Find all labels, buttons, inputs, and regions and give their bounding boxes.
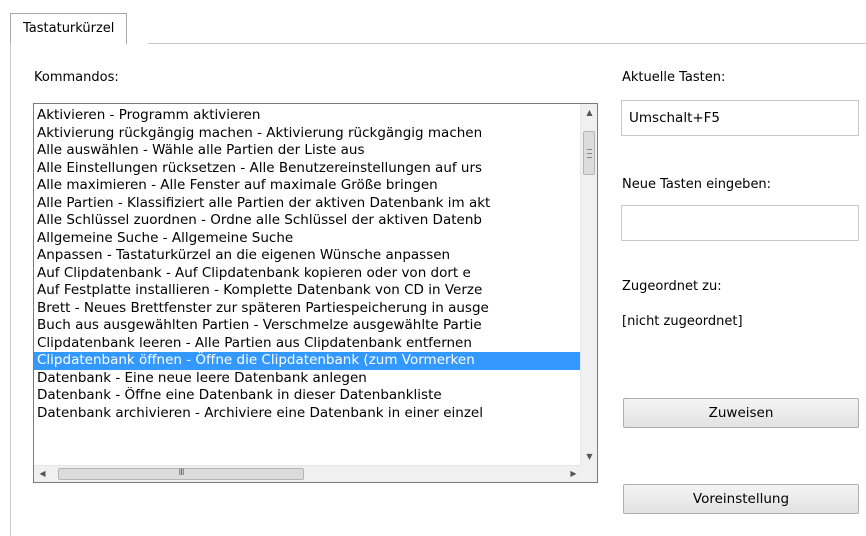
- current-keys-field[interactable]: Umschalt+F5: [621, 100, 859, 136]
- list-item[interactable]: Clipdatenbank öffnen - Öffne die Clipdat…: [34, 352, 582, 370]
- scroll-down-icon[interactable]: ▼: [581, 448, 597, 465]
- commands-label: Kommandos:: [34, 70, 119, 85]
- list-item[interactable]: Datenbank - Öffne eine Datenbank in dies…: [34, 387, 582, 405]
- scroll-left-icon[interactable]: ◀: [34, 466, 51, 482]
- vertical-scrollbar[interactable]: ▲ ▼: [580, 104, 597, 465]
- current-keys-label: Aktuelle Tasten:: [622, 70, 726, 85]
- commands-list[interactable]: Aktivieren - Programm aktivieren Aktivier…: [34, 107, 582, 422]
- list-item[interactable]: Anpassen - Tastaturkürzel an die eigenen…: [34, 247, 582, 265]
- list-item[interactable]: Aktivieren - Programm aktivieren: [34, 107, 582, 125]
- list-item[interactable]: Auf Festplatte installieren - Komplette …: [34, 282, 582, 300]
- list-item[interactable]: Brett - Neues Brettfenster zur späteren …: [34, 300, 582, 318]
- list-item[interactable]: Auf Clipdatenbank - Auf Clipdatenbank ko…: [34, 265, 582, 283]
- list-item[interactable]: Alle maximieren - Alle Fenster auf maxim…: [34, 177, 582, 195]
- scroll-corner: [580, 465, 597, 482]
- new-keys-label: Neue Tasten eingeben:: [622, 177, 772, 192]
- tab-strip: Tastaturkürzel: [0, 0, 866, 46]
- list-item[interactable]: Buch aus ausgewählten Partien - Verschme…: [34, 317, 582, 335]
- pane-border-left: [10, 43, 11, 536]
- pane-border-top: [148, 43, 866, 44]
- list-item[interactable]: Alle Einstellungen rücksetzen - Alle Ben…: [34, 160, 582, 178]
- list-item[interactable]: Allgemeine Suche - Allgemeine Suche: [34, 230, 582, 248]
- scroll-up-icon[interactable]: ▲: [581, 104, 597, 121]
- list-item[interactable]: Alle auswählen - Wähle alle Partien der …: [34, 142, 582, 160]
- list-item[interactable]: Clipdatenbank leeren - Alle Partien aus …: [34, 335, 582, 353]
- list-item[interactable]: Aktivierung rückgängig machen - Aktivier…: [34, 125, 582, 143]
- list-item[interactable]: Alle Partien - Klassifiziert alle Partie…: [34, 195, 582, 213]
- assigned-to-value: [nicht zugeordnet]: [622, 314, 743, 329]
- default-button[interactable]: Voreinstellung: [623, 484, 859, 514]
- tab-tastaturkuerzel[interactable]: Tastaturkürzel: [10, 13, 128, 44]
- horizontal-scrollbar[interactable]: ◀ III ▶: [34, 465, 582, 482]
- horizontal-scroll-thumb[interactable]: III: [58, 468, 304, 480]
- list-item[interactable]: Alle Schlüssel zuordnen - Ordne alle Sch…: [34, 212, 582, 230]
- commands-listbox[interactable]: Aktivieren - Programm aktivieren Aktivier…: [33, 103, 598, 483]
- list-item[interactable]: Datenbank - Eine neue leere Datenbank an…: [34, 370, 582, 388]
- assigned-to-label: Zugeordnet zu:: [622, 279, 722, 294]
- grip-icon: [587, 149, 592, 158]
- vertical-scroll-thumb[interactable]: [583, 131, 595, 175]
- list-item[interactable]: Datenbank archivieren - Archiviere eine …: [34, 405, 582, 423]
- new-keys-input[interactable]: [621, 205, 859, 241]
- assign-button[interactable]: Zuweisen: [623, 398, 859, 428]
